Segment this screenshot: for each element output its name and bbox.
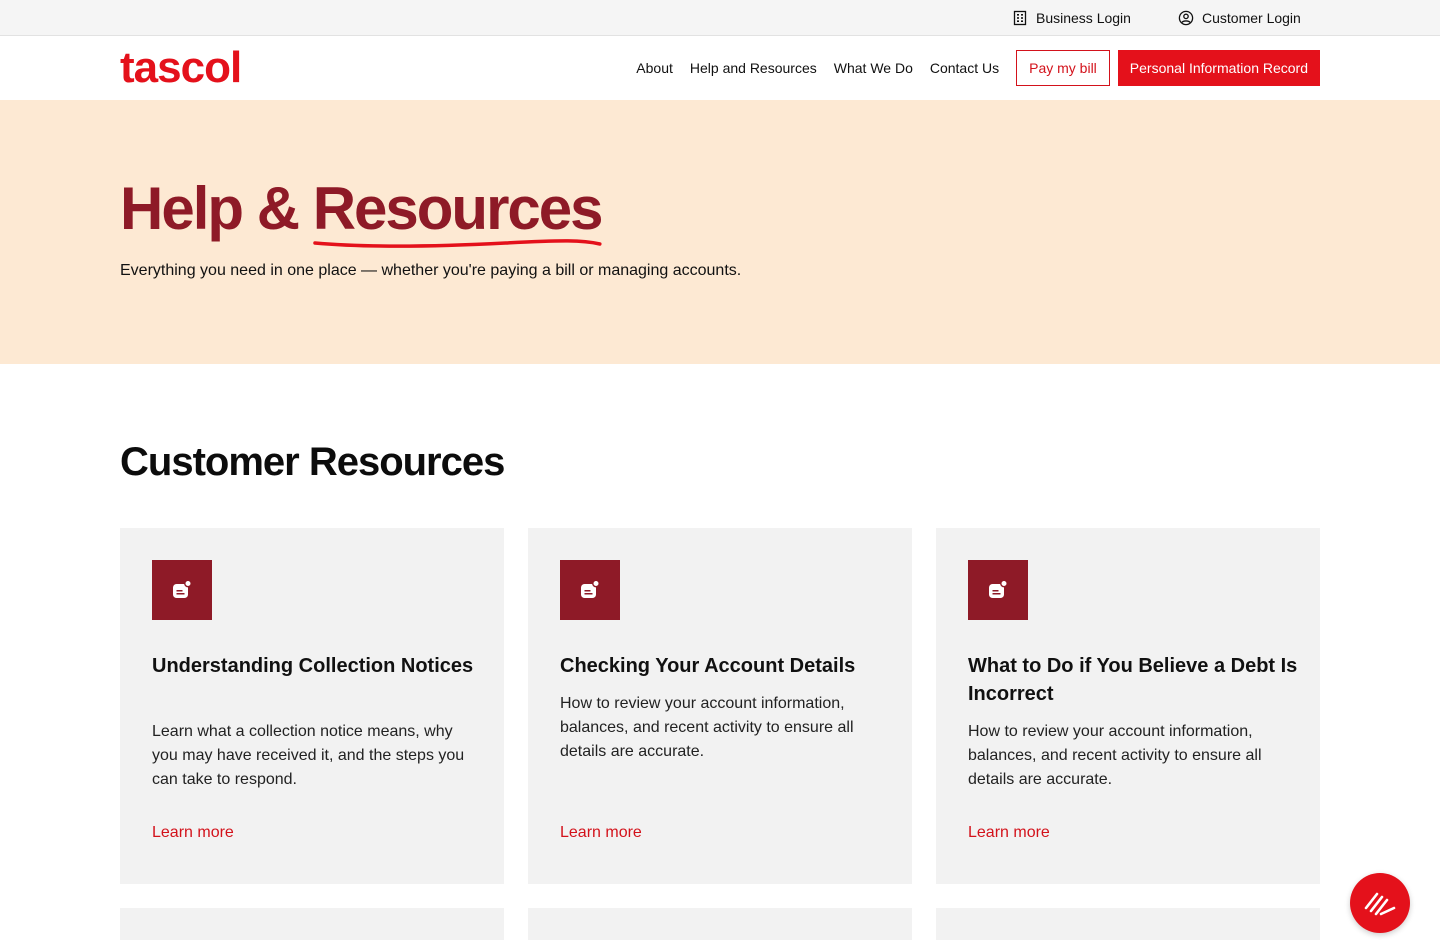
card-description: How to review your account information, … [968,723,1262,788]
customer-login-label: Customer Login [1202,10,1301,26]
card-icon-box [560,560,620,620]
notification-icon [173,579,192,598]
card-icon-box [152,560,212,620]
resource-card: What to Do if You Believe a Debt Is Inco… [936,528,1320,884]
building-icon [1013,10,1027,26]
resource-card: Understanding Collection Notices Learn w… [120,528,504,884]
resource-card: Checking Your Account Details How to rev… [528,528,912,884]
card-description: Learn what a collection notice means, wh… [152,723,465,788]
card-icon-box [968,560,1028,620]
page-title-highlight: Resources [312,175,604,248]
learn-more-link[interactable]: Learn more [152,824,234,842]
resource-card-partial [528,908,912,940]
notification-icon [581,579,600,598]
personal-information-record-button[interactable]: Personal Information Record [1117,50,1320,86]
notification-icon [989,579,1008,598]
nav-contact-us[interactable]: Contact Us [930,60,999,76]
page-title: Help & Resources [120,175,604,248]
resource-card-partial [936,908,1320,940]
underline-squiggle-icon [312,239,602,248]
card-title: What to Do if You Believe a Debt Is Inco… [968,655,1298,705]
section-title: Customer Resources [120,440,505,484]
chat-launcher-icon [1364,892,1396,916]
card-description: How to review your account information, … [560,695,854,760]
business-login-label: Business Login [1036,10,1131,26]
user-circle-icon [1178,10,1194,26]
nav-links: About Help and Resources What We Do Cont… [636,50,1320,86]
nav-about[interactable]: About [636,60,673,76]
learn-more-link[interactable]: Learn more [560,824,642,842]
chat-launcher-button[interactable] [1350,873,1410,933]
customer-login-link[interactable]: Customer Login [1178,0,1301,36]
logo-text: tascol [120,43,242,92]
utility-bar: Business Login Customer Login [0,0,1440,36]
card-title: Understanding Collection Notices [152,655,474,677]
hero-banner: Help & Resources Everything you need in … [0,100,1440,364]
page-title-part-2: Resources [312,175,604,242]
hero-subtitle: Everything you need in one place — wheth… [120,262,742,279]
learn-more-link[interactable]: Learn more [968,824,1050,842]
main-navbar: tascol About Help and Resources What We … [0,36,1440,100]
resource-card-partial [120,908,504,940]
nav-help-and-resources[interactable]: Help and Resources [690,60,817,76]
tascol-logo[interactable]: tascol [120,43,242,92]
page-title-part-1: Help & [120,175,313,242]
card-title: Checking Your Account Details [560,655,856,677]
business-login-link[interactable]: Business Login [1012,0,1131,36]
pay-my-bill-button[interactable]: Pay my bill [1016,50,1110,86]
nav-what-we-do[interactable]: What We Do [834,60,913,76]
